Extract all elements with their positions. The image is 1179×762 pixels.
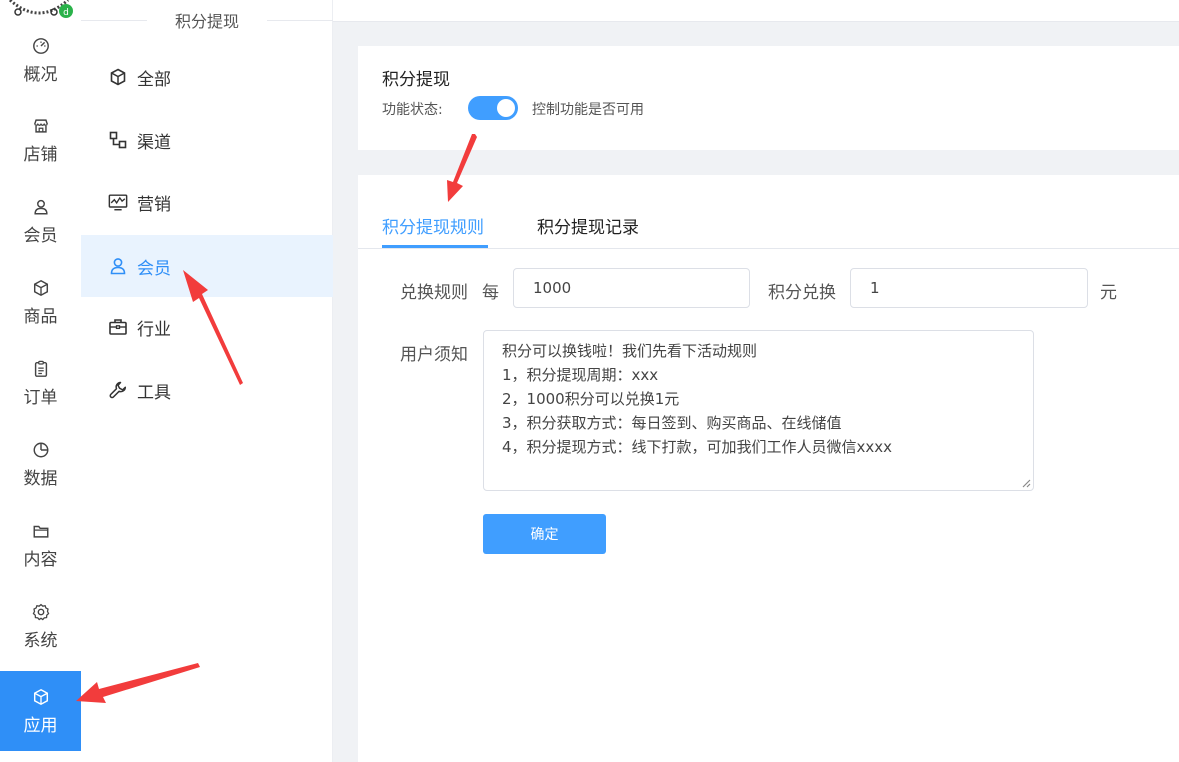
notice-line: 3，积分获取方式：每日签到、购买商品、在线储值 [502,414,842,432]
nav-item-label: 订单 [23,387,58,408]
nav-item-apps[interactable]: 应用 [0,671,81,751]
subnav-item-tools[interactable]: 工具 [81,359,333,421]
user-icon [31,197,51,217]
nav-item-label: 应用 [23,715,58,736]
resize-handle-icon[interactable] [1021,478,1031,488]
nav-item-label: 会员 [23,225,58,246]
feature-status-card: 积分提现 功能状态: 控制功能是否可用 [358,46,1179,150]
box-icon [31,687,51,707]
nav-item-content[interactable]: 内容 [0,505,81,585]
nav-item-data[interactable]: 数据 [0,424,81,504]
nav-item-label: 店铺 [23,144,58,165]
svg-text:d: d [63,8,69,18]
nav-item-store[interactable]: 店铺 [0,100,81,180]
per-label: 每 [482,283,499,303]
chart-monitor-icon [107,191,129,213]
tab-withdraw-rules[interactable]: 积分提现规则 [382,213,484,238]
clipboard-icon [31,359,51,379]
feature-description: 控制功能是否可用 [532,102,644,118]
feature-title: 积分提现 [382,70,450,90]
pie-icon [31,440,51,460]
box-icon [31,278,51,298]
subnav-item-industry[interactable]: 行业 [81,296,333,358]
nav-item-system[interactable]: 系统 [0,586,81,666]
nav-item-member[interactable]: 会员 [0,181,81,261]
exchange-rule-label: 兑换规则 [400,283,468,303]
subnav-item-label: 会员 [137,258,171,279]
notice-line: 积分可以换钱啦！我们先看下活动规则 [502,342,758,360]
nav-item-label: 数据 [23,468,58,489]
feature-status-label: 功能状态: [382,102,443,118]
subnav-item-label: 行业 [137,319,171,340]
user-notice-textarea[interactable]: 积分可以换钱啦！我们先看下活动规则 1，积分提现周期：xxx 2，1000积分可… [483,330,1034,491]
nav-item-overview[interactable]: 概况 [0,20,81,100]
tab-withdraw-records[interactable]: 积分提现记录 [537,213,639,238]
points-input[interactable]: 1000 [513,268,750,308]
subnav-item-label: 营销 [137,194,171,215]
qr-logo-icon: d [8,0,73,18]
rules-card: 积分提现规则 积分提现记录 兑换规则 每 1000 积分兑换 1 元 用户须知 … [358,175,1179,762]
nav-item-label: 内容 [23,549,58,570]
submenu-title: 积分提现 [81,8,333,32]
nav-item-label: 概况 [23,64,58,85]
subnav-item-label: 渠道 [137,132,171,153]
money-input[interactable]: 1 [850,268,1088,308]
folder-icon [31,521,51,541]
unit-label: 元 [1100,283,1117,303]
subnav-item-member[interactable]: 会员 [81,235,333,297]
sub-nav: 积分提现 全部 渠道 营销 会员 行业 工具 [81,0,333,762]
feature-enable-toggle[interactable] [468,96,518,120]
subnav-item-marketing[interactable]: 营销 [81,171,333,233]
nav-item-label: 系统 [23,630,58,651]
notice-line: 4，积分提现方式：线下打款，可加我们工作人员微信xxxx [502,438,893,456]
user-notice-label: 用户须知 [400,345,468,365]
top-bar [333,0,1179,22]
subnav-item-channel[interactable]: 渠道 [81,109,333,171]
user-icon [107,255,129,277]
wrench-icon [107,379,129,401]
main-nav-rail: d 概况 店铺 会员 商品 订单 数据 内容 系统 应用 [0,0,81,762]
channel-icon [107,129,129,151]
notice-line: 1，积分提现周期：xxx [502,366,659,384]
store-icon [31,116,51,136]
subnav-item-label: 全部 [137,69,171,90]
nav-item-orders[interactable]: 订单 [0,343,81,423]
box-icon [107,66,129,88]
active-tab-indicator [382,245,488,248]
notice-line: 2，1000积分可以兑换1元 [502,390,680,408]
points-exchange-label: 积分兑换 [768,283,836,303]
confirm-button[interactable]: 确定 [483,514,606,554]
subnav-item-all[interactable]: 全部 [81,46,333,108]
toggle-knob [497,99,515,117]
subnav-item-label: 工具 [137,382,171,403]
briefcase-icon [107,316,129,338]
nav-item-label: 商品 [23,306,58,327]
nav-item-goods[interactable]: 商品 [0,262,81,342]
dashboard-icon [31,36,51,56]
gear-icon [31,602,51,622]
tab-bar: 积分提现规则 积分提现记录 [358,175,1179,249]
